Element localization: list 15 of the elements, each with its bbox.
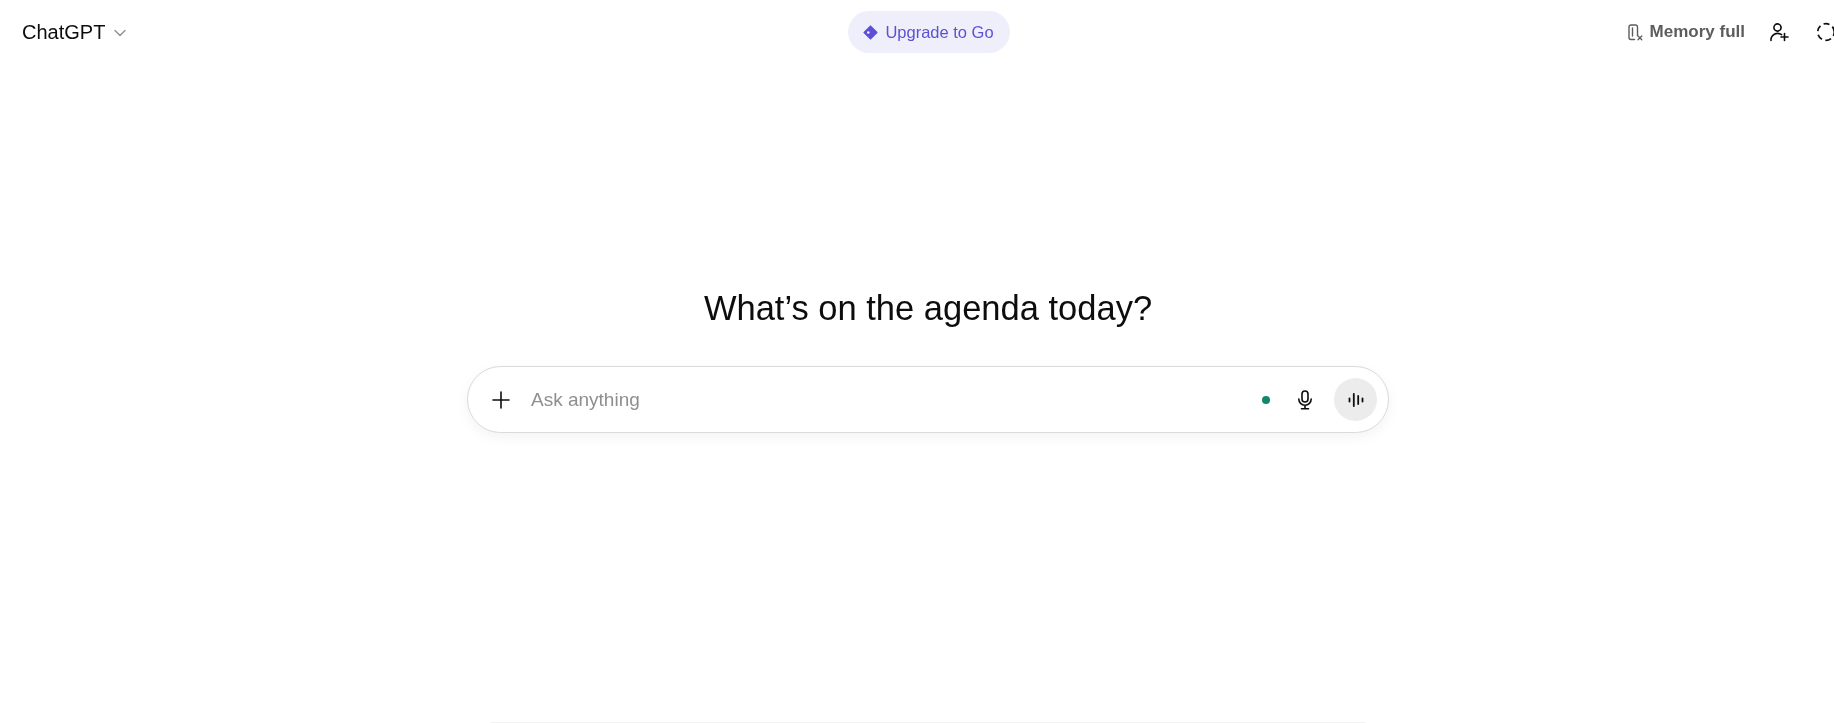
status-dot-icon — [1262, 395, 1270, 404]
person-plus-icon — [1769, 22, 1789, 42]
page-heading: What’s on the agenda today? — [703, 288, 1153, 329]
message-input-field[interactable]: Ask anything — [531, 384, 1262, 415]
page-x-icon — [1627, 23, 1643, 41]
voice-mode-button[interactable] — [1334, 378, 1377, 421]
microphone-icon — [1297, 389, 1313, 410]
chevron-down-icon — [114, 29, 127, 37]
diamond-icon — [863, 24, 879, 40]
memory-full-button[interactable]: Memory full — [1627, 16, 1745, 48]
plus-icon — [492, 390, 510, 409]
model-menu-button[interactable]: ChatGPT — [14, 14, 135, 50]
upgrade-button[interactable]: Upgrade to Go — [848, 11, 1010, 53]
composer-field[interactable]: Ask anything — [467, 366, 1389, 433]
waveform-icon — [1347, 392, 1364, 407]
